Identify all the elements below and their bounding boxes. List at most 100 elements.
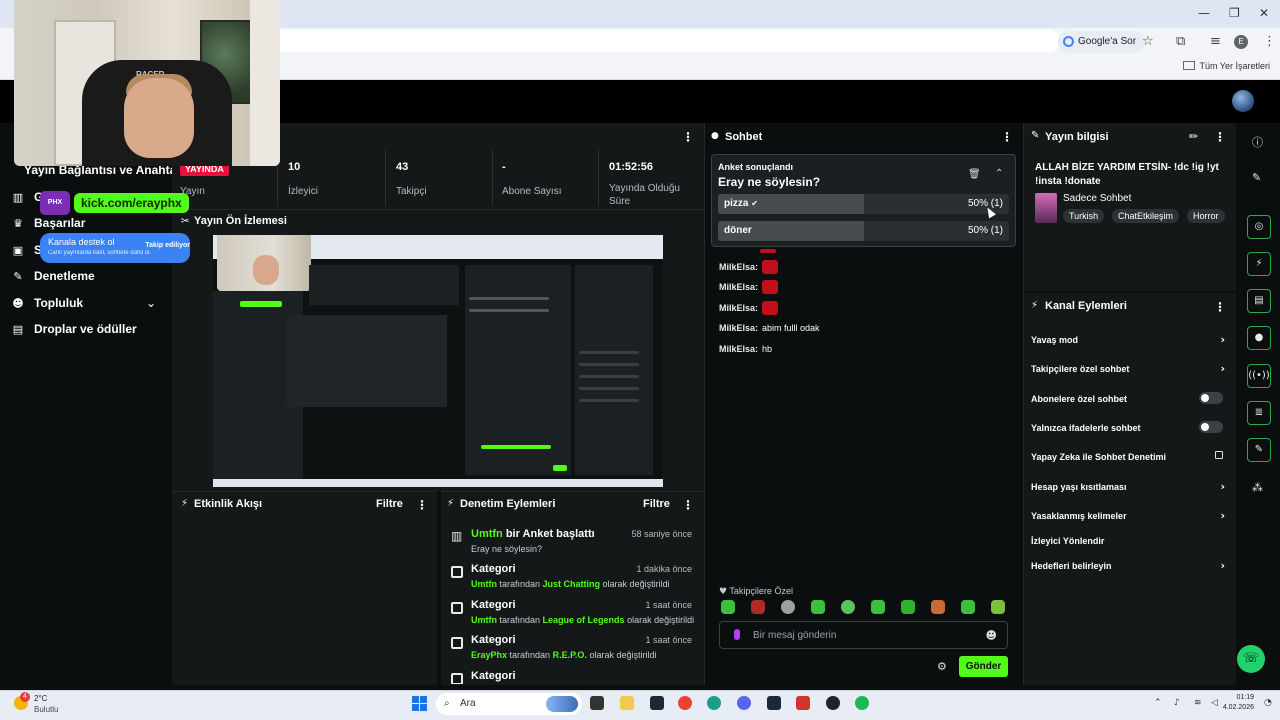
stream-tag[interactable]: Turkish <box>1063 209 1105 223</box>
channel-action-followers-only[interactable]: Takipçilere özel sohbet › <box>1031 362 1231 375</box>
taskbar-search[interactable]: ⌕ Ara <box>436 693 582 715</box>
emote-button[interactable] <box>781 600 795 614</box>
extensions-icon[interactable]: ⧉ <box>1176 34 1185 49</box>
chat-message-input[interactable]: Bir mesaj gönderin ☻ <box>719 621 1008 649</box>
activity-filter-button[interactable]: Filtre <box>376 498 403 510</box>
emote-button[interactable] <box>811 600 825 614</box>
activity-kebab-icon[interactable]: ⋮ <box>416 498 428 512</box>
menu-kebab-icon[interactable]: ⋮ <box>1263 34 1276 49</box>
support-headset-button[interactable]: ☏ <box>1237 645 1265 673</box>
sidebar-item-achievements[interactable]: ♛ Başarılar <box>12 216 85 230</box>
mod-actions-kebab-icon[interactable]: ⋮ <box>682 498 694 512</box>
task-view-icon[interactable] <box>590 696 604 710</box>
broadcast-icon[interactable]: ((•)) <box>1247 364 1271 388</box>
edit-pencil-icon[interactable]: ✏ <box>1189 130 1198 143</box>
chevron-up-icon[interactable]: ⌃ <box>995 168 1003 179</box>
trash-icon[interactable]: 🗑 <box>968 169 981 180</box>
channel-actions-kebab-icon[interactable]: ⋮ <box>1214 300 1226 314</box>
stream-preview-video[interactable] <box>213 235 663 487</box>
url-field[interactable] <box>270 30 1060 52</box>
sidebar-item-moderation[interactable]: ✎ Denetleme <box>12 269 94 283</box>
emote <box>760 249 776 253</box>
taskbar-clock[interactable]: 01:19 4.02.2026 <box>1223 693 1254 713</box>
apps-icon[interactable]: ⁂ <box>1252 481 1263 494</box>
stats-kebab-icon[interactable]: ⋮ <box>682 130 694 144</box>
emote-button[interactable] <box>841 600 855 614</box>
camera-icon[interactable]: ◎ <box>1247 215 1271 239</box>
stream-category[interactable]: Sadece Sohbet <box>1063 193 1131 204</box>
wrench-icon[interactable]: ✎ <box>1247 438 1271 462</box>
mod-actions-title: Denetim Eylemleri <box>460 498 556 510</box>
channel-action-banned-words[interactable]: Yasaklanmış kelimeler › <box>1031 509 1231 522</box>
file-explorer-icon[interactable] <box>620 696 634 710</box>
channel-action-ai-moderation[interactable]: Yapay Zeka ile Sohbet Denetimi <box>1031 451 1231 462</box>
bookmark-star-icon[interactable]: ☆ <box>1142 34 1154 49</box>
channel-action-slow-mode[interactable]: Yavaş mod › <box>1031 333 1231 346</box>
steam-icon[interactable] <box>650 696 664 710</box>
volume-icon[interactable]: ◁ <box>1211 698 1218 708</box>
mod-action-user[interactable]: Umtfn <box>471 528 503 540</box>
chat-username[interactable]: MilkElsa: <box>719 282 758 292</box>
close-icon[interactable]: ✕ <box>1259 6 1269 20</box>
profile-avatar[interactable]: E <box>1234 35 1248 49</box>
subs-only-toggle[interactable] <box>1199 392 1223 404</box>
sidebar-item-analytics[interactable]: ▥ G <box>12 190 44 204</box>
chat-username[interactable]: MilkElsa: <box>719 323 758 333</box>
edit-icon[interactable]: ✎ <box>1252 171 1261 184</box>
emote-button[interactable] <box>721 600 735 614</box>
chrome-icon[interactable] <box>678 696 692 710</box>
emote-button[interactable] <box>901 600 915 614</box>
maximize-icon[interactable]: ❐ <box>1229 6 1240 20</box>
discord-icon[interactable] <box>737 696 751 710</box>
steam-app-icon[interactable] <box>767 696 781 710</box>
stream-tag[interactable]: Horror <box>1187 209 1225 223</box>
windows-start-icon[interactable] <box>412 696 427 711</box>
mod-action-user[interactable]: ErayPhx <box>471 650 507 660</box>
app-icon[interactable] <box>796 696 810 710</box>
reading-list-icon[interactable]: ≡ <box>1210 34 1221 49</box>
gear-icon[interactable]: ⚙ <box>937 660 947 673</box>
mod-action-user[interactable]: Umtfn <box>471 579 497 589</box>
channel-action-redirect[interactable]: İzleyici Yönlendir <box>1031 536 1231 546</box>
info-icon[interactable]: ⓘ <box>1252 134 1263 150</box>
emote-button[interactable] <box>871 600 885 614</box>
chat-kebab-icon[interactable]: ⋮ <box>1001 130 1013 144</box>
user-avatar[interactable] <box>1232 90 1254 112</box>
emote-button[interactable] <box>931 600 945 614</box>
sidebar-item-videos[interactable]: ▣ S <box>12 243 42 257</box>
mod-action-user[interactable]: Umtfn <box>471 615 497 625</box>
chat-username[interactable]: MilkElsa: <box>719 262 758 272</box>
chat-icon[interactable]: ● <box>1247 326 1271 350</box>
emoji-icon[interactable]: ☻ <box>986 629 997 642</box>
edge-icon[interactable] <box>707 696 721 710</box>
mic-icon[interactable] <box>734 629 740 640</box>
notification-bell-icon[interactable]: ◔ <box>1264 698 1272 708</box>
stream-info-kebab-icon[interactable]: ⋮ <box>1214 130 1226 144</box>
chevron-down-icon[interactable]: ⌄ <box>146 296 156 310</box>
wifi-icon[interactable]: ≋ <box>1194 698 1202 708</box>
chat-username[interactable]: MilkElsa: <box>719 344 758 354</box>
channel-action-account-age[interactable]: Hesap yaşı kısıtlaması › <box>1031 480 1231 493</box>
minimize-icon[interactable]: — <box>1198 6 1210 20</box>
app-icon[interactable] <box>826 696 840 710</box>
chat-username[interactable]: MilkElsa: <box>719 303 758 313</box>
sidebar-item-drops[interactable]: ▤ Droplar ve ödüller <box>12 322 137 336</box>
channel-action-goals[interactable]: Hedefleri belirleyin › <box>1031 559 1231 572</box>
all-bookmarks-link[interactable]: Tüm Yer İşaretleri <box>1183 61 1270 71</box>
send-button[interactable]: Gönder <box>959 656 1008 677</box>
emote-button[interactable] <box>751 600 765 614</box>
list-icon[interactable]: ▤ <box>1247 289 1271 313</box>
google-ask-button[interactable]: Google'a Sor <box>1058 31 1145 53</box>
emote-button[interactable] <box>991 600 1005 614</box>
layers-icon[interactable]: ≣ <box>1247 401 1271 425</box>
lightning-icon[interactable]: ⚡ <box>1247 252 1271 276</box>
emote-button[interactable] <box>961 600 975 614</box>
spotify-icon[interactable] <box>855 696 869 710</box>
emote-only-toggle[interactable] <box>1199 421 1223 433</box>
sidebar-item-community[interactable]: ☻ Topluluk <box>12 296 83 310</box>
tray-chevron-icon[interactable]: ⌃ <box>1154 698 1162 708</box>
mod-actions-filter-button[interactable]: Filtre <box>643 498 670 510</box>
stream-tag[interactable]: ChatEtkileşim <box>1112 209 1180 223</box>
weather-widget[interactable]: 4 2°C Bulutlu <box>14 692 74 716</box>
microphone-icon[interactable]: ♪ <box>1174 698 1180 708</box>
